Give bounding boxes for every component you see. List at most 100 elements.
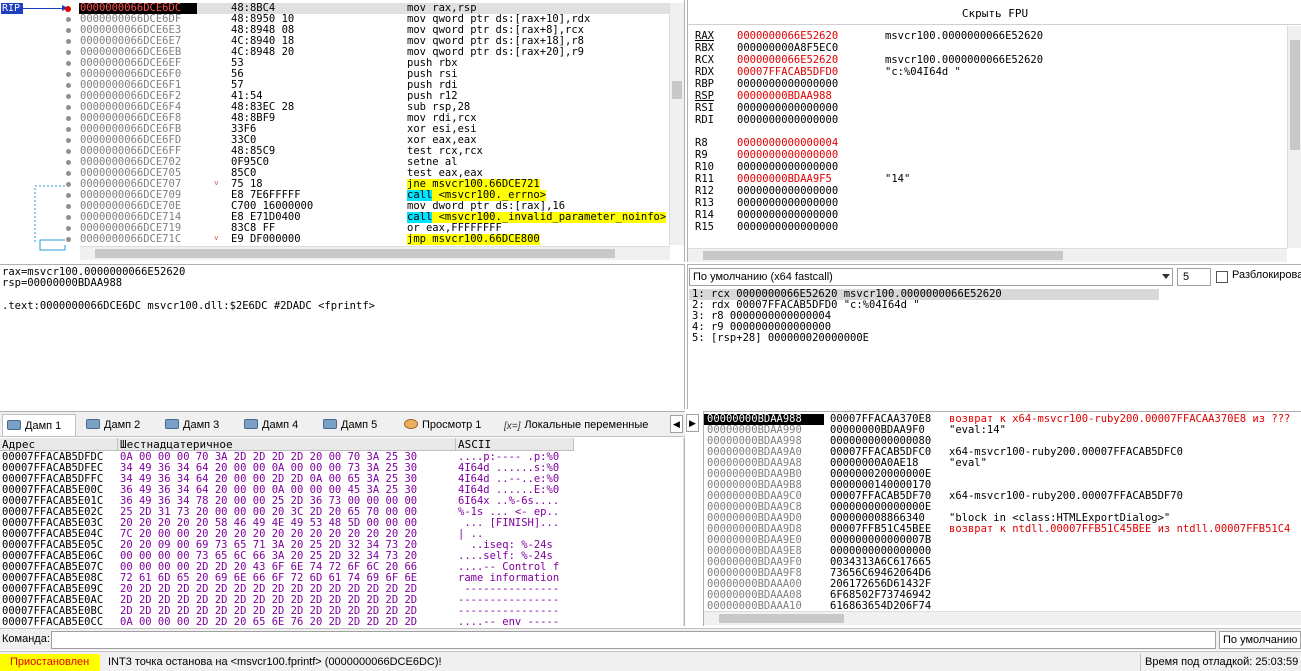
register-value[interactable]: 0000000000000000 [737, 103, 838, 114]
breakpoint-dot-icon[interactable] [66, 237, 71, 242]
tab-дамп-4[interactable]: Дамп 4 [240, 414, 314, 436]
register-value[interactable]: 00000000BDAA988 [737, 91, 832, 102]
register-row[interactable]: RSI 0000000000000000 [688, 103, 1283, 114]
disassembly-pane[interactable]: RIP 0000000066DCE6DC 48:8BC4 mov rax,rsp 00… [0, 0, 685, 262]
registers-hscroll[interactable] [688, 248, 1287, 262]
dump-row[interactable]: 00007FFACAB5E0CC 0A 00 00 00 2D 2D 20 65 … [0, 617, 680, 627]
memory-dump-pane[interactable]: Адрес Шестнадцатеричное ASCII 00007FFACA… [0, 438, 685, 626]
register-name: R14 [695, 209, 714, 221]
register-name: RDX [695, 66, 714, 78]
register-row[interactable]: RBX 000000000A8F5EC0 [688, 43, 1283, 54]
disasm-hscroll[interactable] [80, 246, 670, 260]
tab-дамп-1[interactable]: Дамп 1 [2, 414, 76, 436]
command-input[interactable] [51, 631, 1216, 649]
register-value[interactable]: 0000000000000004 [737, 138, 838, 149]
dump-ascii[interactable]: ....-- env ----- [458, 617, 559, 627]
tab-просмотр-1[interactable]: Просмотр 1 [400, 414, 495, 436]
breakpoint-dot-icon[interactable] [66, 215, 71, 220]
register-value[interactable]: 0000000000000000 [737, 222, 838, 233]
register-name: R8 [695, 137, 708, 149]
breakpoint-dot-icon[interactable] [66, 61, 71, 66]
register-value[interactable]: 0000000066E52620 [737, 55, 838, 66]
breakpoint-dot-icon[interactable] [66, 204, 71, 209]
register-row[interactable]: RDX 00007FFACAB5DFD0 "c:%04I64d " [688, 67, 1283, 78]
register-value[interactable]: 0000000000000000 [737, 79, 838, 90]
register-row[interactable]: R9 0000000000000000 [688, 150, 1283, 161]
register-value[interactable]: 0000000000000000 [737, 115, 838, 126]
breakpoint-dot-icon[interactable] [66, 138, 71, 143]
register-value[interactable]: 0000000066E52620 [737, 31, 838, 42]
breakpoint-dot-icon[interactable] [66, 28, 71, 33]
breakpoint-dot-icon[interactable] [66, 171, 71, 176]
breakpoint-dot-icon[interactable] [66, 39, 71, 44]
call-convention-select[interactable]: По умолчанию (x64 fastcall) [689, 268, 1173, 286]
register-value[interactable]: 00000000BDAA9F5 [737, 174, 832, 185]
breakpoint-dot-icon[interactable] [66, 160, 71, 165]
register-value[interactable]: 0000000000000000 [737, 162, 838, 173]
register-row[interactable]: RBP 0000000000000000 [688, 79, 1283, 90]
register-value[interactable]: 00007FFACAB5DFD0 [737, 67, 838, 78]
tab-label: Дамп 1 [25, 420, 62, 432]
tab-дамп-2[interactable]: Дамп 2 [82, 414, 156, 436]
dump-hex[interactable]: 0A 00 00 00 2D 2D 20 65 6E 76 20 2D 2D 2… [120, 617, 417, 627]
register-value[interactable]: 000000000A8F5EC0 [737, 43, 838, 54]
info-line: .text:0000000066DCE6DC msvcr100.dll:$2E6… [2, 300, 375, 312]
breakpoint-dot-icon[interactable] [66, 193, 71, 198]
breakpoint-dot-icon[interactable] [66, 149, 71, 154]
stack-pane[interactable]: 00000000BDAA988 00007FFACAA370E8 возврат к… [703, 411, 1301, 626]
register-row[interactable]: R12 0000000000000000 [688, 186, 1283, 197]
tab-дамп-5[interactable]: Дамп 5 [319, 414, 393, 436]
rip-arrow [23, 5, 68, 11]
breakpoint-dot-icon[interactable] [66, 105, 71, 110]
register-row[interactable]: RCX 0000000066E52620 msvcr100.0000000066E5… [688, 55, 1283, 66]
breakpoint-dot-icon[interactable] [66, 116, 71, 121]
tab-label: Дамп 5 [341, 419, 378, 431]
register-row[interactable]: R14 0000000000000000 [688, 210, 1283, 221]
call-argument-line[interactable]: 5: [rsp+28] 000000020000000E [692, 333, 869, 344]
disasm-row[interactable]: 0000000066DCE71C E9 DF000000 jmp msvcr100.… [0, 234, 670, 245]
status-message: INT3 точка останова на <msvcr100.fprintf… [108, 656, 442, 668]
col-header-address[interactable]: Адрес [0, 438, 118, 451]
unlock-checkbox[interactable] [1216, 271, 1228, 283]
dump-vscroll[interactable] [683, 438, 684, 626]
register-row[interactable]: R10 0000000000000000 [688, 162, 1283, 173]
breakpoint-dot-icon[interactable] [66, 17, 71, 22]
arg-count-spinner[interactable]: 5 [1177, 268, 1211, 286]
tab-scroll-left-button[interactable]: ◀ [670, 415, 683, 433]
breakpoint-dot-icon[interactable] [66, 182, 71, 187]
register-value[interactable]: 0000000000000000 [737, 198, 838, 209]
register-value[interactable]: 0000000000000000 [737, 210, 838, 221]
breakpoint-dot-icon[interactable] [66, 226, 71, 231]
registers-vscroll[interactable] [1287, 26, 1301, 248]
register-row[interactable]: R15 0000000000000000 [688, 222, 1283, 233]
breakpoint-dot-icon[interactable] [66, 83, 71, 88]
register-comment: "c:%04I64d " [885, 66, 961, 78]
tab-дамп-3[interactable]: Дамп 3 [161, 414, 235, 436]
disasm-vscroll[interactable] [669, 3, 684, 245]
breakpoint-dot-icon[interactable] [66, 50, 71, 55]
col-header-hex[interactable]: Шестнадцатеричное [118, 438, 456, 451]
register-row[interactable]: R8 0000000000000004 [688, 138, 1283, 149]
register-value[interactable]: 0000000000000000 [737, 186, 838, 197]
register-value[interactable]: 0000000000000000 [737, 150, 838, 161]
dump-tabs: Дамп 1 Дамп 2 Дамп 3 Дамп 4 Дамп 5 Просмотр 1… [0, 411, 685, 437]
tab-scroll-right-button[interactable]: ▶ [686, 414, 699, 432]
register-row[interactable]: RAX 0000000066E52620 msvcr100.0000000066E5… [688, 31, 1283, 42]
stack-hscroll[interactable] [704, 611, 1301, 625]
command-mode-select[interactable]: По умолчанию [1219, 631, 1301, 649]
hide-fpu-button[interactable]: Скрыть FPU [688, 3, 1301, 25]
register-row[interactable]: RSP 00000000BDAA988 [688, 91, 1283, 102]
register-row[interactable]: R13 0000000000000000 [688, 198, 1283, 209]
chevron-down-icon [1162, 274, 1170, 279]
register-row[interactable]: R11 00000000BDAA9F5 "14" [688, 174, 1283, 185]
register-name: RBX [695, 42, 714, 54]
register-name: RAX [695, 30, 714, 42]
register-row[interactable]: RDI 0000000000000000 [688, 115, 1283, 126]
stack-comment: "eval" [949, 457, 987, 469]
breakpoint-dot-icon[interactable] [66, 94, 71, 99]
breakpoint-dot-icon[interactable] [66, 72, 71, 77]
breakpoint-dot-icon[interactable] [65, 6, 71, 12]
breakpoint-dot-icon[interactable] [66, 127, 71, 132]
tab-локальные-переменные[interactable]: [x=] Локальные переменные [500, 414, 670, 436]
col-header-ascii[interactable]: ASCII [456, 438, 574, 451]
